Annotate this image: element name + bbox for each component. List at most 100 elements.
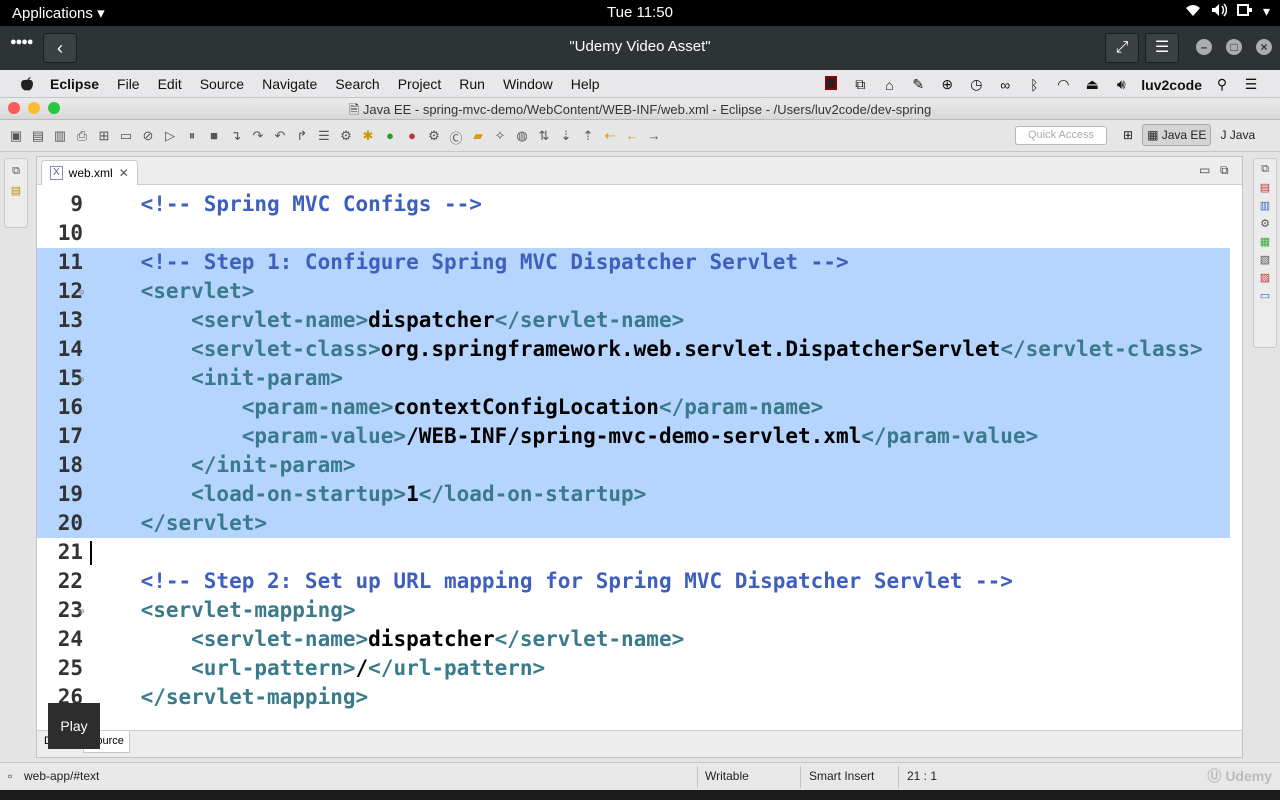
menu-search[interactable]: Search	[335, 76, 379, 95]
code-line[interactable]: 13 <servlet-name>dispatcher</servlet-nam…	[37, 306, 1230, 335]
bluetooth-icon[interactable]: ᛒ	[1025, 77, 1043, 93]
eject-icon[interactable]: ⏏	[1083, 76, 1101, 93]
code-line[interactable]: 10	[37, 219, 1230, 248]
accessibility-icon[interactable]: ⊕	[938, 76, 956, 93]
forward-icon[interactable]: →	[646, 128, 662, 147]
restore-icon[interactable]: ⧉	[5, 165, 27, 178]
coverage-icon[interactable]: ●	[404, 128, 420, 147]
menu-source[interactable]: Source	[200, 76, 244, 95]
perspective-java-ee[interactable]: ▦ Java EE	[1142, 124, 1212, 146]
wifi-icon[interactable]: ◠	[1054, 76, 1072, 93]
apple-icon[interactable]	[20, 76, 34, 95]
menu-navigate[interactable]: Navigate	[262, 76, 317, 95]
step-into-icon[interactable]: ↴	[228, 128, 244, 147]
new-icon[interactable]: ▣	[8, 128, 24, 147]
tab-web-xml[interactable]: X web.xml ✕	[41, 160, 138, 185]
console-icon[interactable]: ▭	[1260, 289, 1270, 302]
open-perspective-icon[interactable]: ⊞	[1118, 124, 1138, 146]
code-line[interactable]: 12 ⊖ <servlet>	[37, 277, 1230, 306]
new-server-icon[interactable]: ⚙	[426, 128, 442, 147]
recording-icon[interactable]	[822, 75, 840, 94]
menu-edit[interactable]: Edit	[158, 76, 182, 95]
skip-breakpoints-icon[interactable]: ⊘	[140, 128, 156, 147]
maximize-editor-icon[interactable]: ⧉	[1220, 163, 1229, 178]
debug-icon[interactable]: ✱	[360, 128, 376, 147]
refactor-icon[interactable]: ⇅	[536, 128, 552, 147]
save-icon[interactable]: ▤	[30, 128, 46, 147]
volume-icon[interactable]: 🔊︎	[1112, 76, 1130, 93]
data-source-icon[interactable]: ▦	[1260, 235, 1270, 248]
app-menu-eclipse[interactable]: Eclipse	[50, 76, 99, 95]
outline-icon[interactable]: ▥	[1260, 199, 1270, 212]
search-icon[interactable]: ✧	[492, 128, 508, 147]
perspective-java[interactable]: J Java	[1215, 124, 1260, 146]
clock[interactable]: Tue 11:50	[0, 4, 1280, 21]
fullscreen-button[interactable]: ⤢	[1105, 33, 1139, 63]
fold-toggle-icon[interactable]: ⊖	[79, 607, 84, 617]
chevron-down-icon[interactable]: ▾	[1263, 3, 1270, 20]
external-tools-icon[interactable]: ⚙	[338, 128, 354, 147]
menu-button[interactable]: ☰	[1145, 33, 1179, 63]
volume-icon[interactable]	[1211, 3, 1228, 20]
save-all-icon[interactable]: ▥	[52, 128, 68, 147]
home-icon[interactable]: ⌂	[880, 77, 898, 93]
code-line[interactable]: 25 <url-pattern>/</url-pattern>	[37, 654, 1230, 683]
code-line[interactable]: 19 <load-on-startup>1</load-on-startup>	[37, 480, 1230, 509]
open-folder-icon[interactable]: ▰	[470, 128, 486, 147]
package-explorer-icon[interactable]: ▤	[5, 184, 27, 197]
code-line[interactable]: 14 <servlet-class>org.springframework.we…	[37, 335, 1230, 364]
code-line[interactable]: 17 <param-value>/WEB-INF/spring-mvc-demo…	[37, 422, 1230, 451]
console-icon[interactable]: ▭	[118, 128, 134, 147]
menu-run[interactable]: Run	[459, 76, 485, 95]
step-over-icon[interactable]: ↷	[250, 128, 266, 147]
minimize-editor-icon[interactable]: ▭	[1199, 163, 1210, 177]
notification-list-icon[interactable]: ☰	[1242, 76, 1260, 93]
next-annotation-icon[interactable]: ⇣	[558, 128, 574, 147]
play-button[interactable]: Play	[48, 703, 100, 749]
last-edit-icon[interactable]: ⇠	[602, 128, 618, 147]
close-button[interactable]: ×	[1256, 39, 1272, 55]
step-return-icon[interactable]: ↶	[272, 128, 288, 147]
code-line[interactable]: 15 ⊖ <init-param>	[37, 364, 1230, 393]
menu-help[interactable]: Help	[571, 76, 600, 95]
open-type-icon[interactable]: ⊞	[96, 128, 112, 147]
code-line[interactable]: 22 <!-- Step 2: Set up URL mapping for S…	[37, 567, 1230, 596]
fold-toggle-icon[interactable]: ⊖	[79, 375, 84, 385]
code-line[interactable]: 26 </servlet-mapping>	[37, 683, 1230, 712]
status-insert-mode[interactable]: Smart Insert	[809, 769, 874, 783]
menu-file[interactable]: File	[117, 76, 140, 95]
restore-icon[interactable]: ⧉	[1261, 163, 1269, 176]
screens-icon[interactable]: ⧉	[851, 76, 869, 93]
evernote-icon[interactable]: ✎	[909, 76, 927, 93]
code-line[interactable]: 11 <!-- Step 1: Configure Spring MVC Dis…	[37, 248, 1230, 277]
code-line[interactable]: 23 ⊖ <servlet-mapping>	[37, 596, 1230, 625]
terminate-icon[interactable]: ■	[206, 128, 222, 147]
snippets-icon[interactable]: ▧	[1260, 253, 1270, 266]
problems-icon[interactable]: ▨	[1260, 271, 1270, 284]
menu-window[interactable]: Window	[503, 76, 553, 95]
wifi-icon[interactable]	[1185, 3, 1201, 20]
code-line[interactable]: 18 </init-param>	[37, 451, 1230, 480]
task-list-icon[interactable]: ▤	[1260, 181, 1270, 194]
code-line[interactable]: 24 <servlet-name>dispatcher</servlet-nam…	[37, 625, 1230, 654]
toggle-mark-icon[interactable]: ☰	[316, 128, 332, 147]
drop-to-frame-icon[interactable]: ↱	[294, 128, 310, 147]
close-icon[interactable]: ✕	[119, 161, 129, 185]
binoculars-icon[interactable]: ∞	[996, 77, 1014, 93]
time-machine-icon[interactable]: ◷	[967, 76, 985, 93]
quick-access-input[interactable]: Quick Access	[1015, 126, 1107, 145]
suspend-icon[interactable]: ⏸	[184, 128, 200, 147]
servers-icon[interactable]: ⚙	[1260, 217, 1270, 230]
minimize-button[interactable]: –	[1196, 39, 1212, 55]
prev-annotation-icon[interactable]: ⇡	[580, 128, 596, 147]
menu-project[interactable]: Project	[398, 76, 442, 95]
maximize-button[interactable]: □	[1226, 39, 1242, 55]
code-line[interactable]: 16 <param-name>contextConfigLocation</pa…	[37, 393, 1230, 422]
code-line[interactable]: 9 <!-- Spring MVC Configs -->	[37, 190, 1230, 219]
print-icon[interactable]: ⎙	[74, 128, 90, 147]
new-java-class-icon[interactable]: Ⓒ	[448, 128, 464, 147]
resume-icon[interactable]: ▷	[162, 128, 178, 147]
run-icon[interactable]: ●	[382, 128, 398, 147]
battery-icon[interactable]	[1236, 3, 1253, 20]
system-tray[interactable]: ▾	[1185, 3, 1270, 20]
